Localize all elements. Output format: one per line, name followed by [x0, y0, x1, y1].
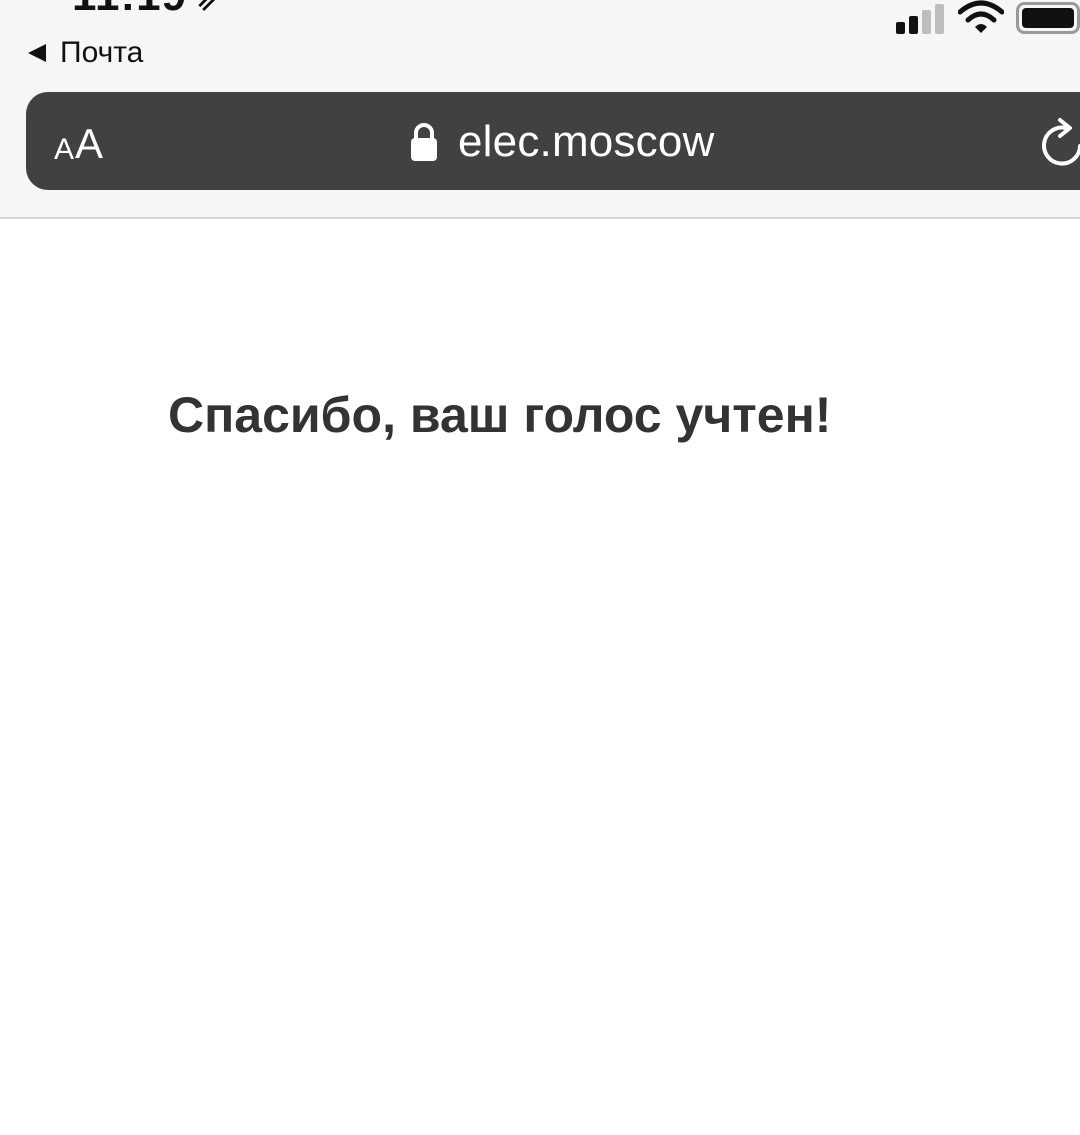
status-time: 11:19 ⇗ [72, 0, 226, 20]
url-text: elec.moscow [458, 117, 715, 166]
location-arrow-icon: ⇗ [195, 0, 226, 18]
back-triangle-icon [28, 44, 46, 62]
back-to-mail-link[interactable]: Почта [28, 33, 143, 73]
vote-confirmation-message: Спасибо, ваш голос учтен! [168, 387, 832, 443]
back-link-label: Почта [60, 36, 144, 69]
text-size-button[interactable]: AA [54, 119, 103, 165]
url-field[interactable]: elec.moscow [410, 116, 715, 168]
browser-chrome: 11:19 ⇗ Почта AA elec.moscow [0, 0, 1080, 219]
signal-bars-icon [896, 4, 944, 34]
wifi-icon [958, 0, 1004, 33]
reload-icon[interactable] [1036, 116, 1080, 168]
lock-icon [411, 123, 437, 161]
status-time-text: 11:19 [72, 0, 187, 20]
text-size-large-a: A [75, 120, 104, 167]
text-size-small-a: A [54, 133, 75, 166]
battery-icon [1016, 2, 1080, 34]
